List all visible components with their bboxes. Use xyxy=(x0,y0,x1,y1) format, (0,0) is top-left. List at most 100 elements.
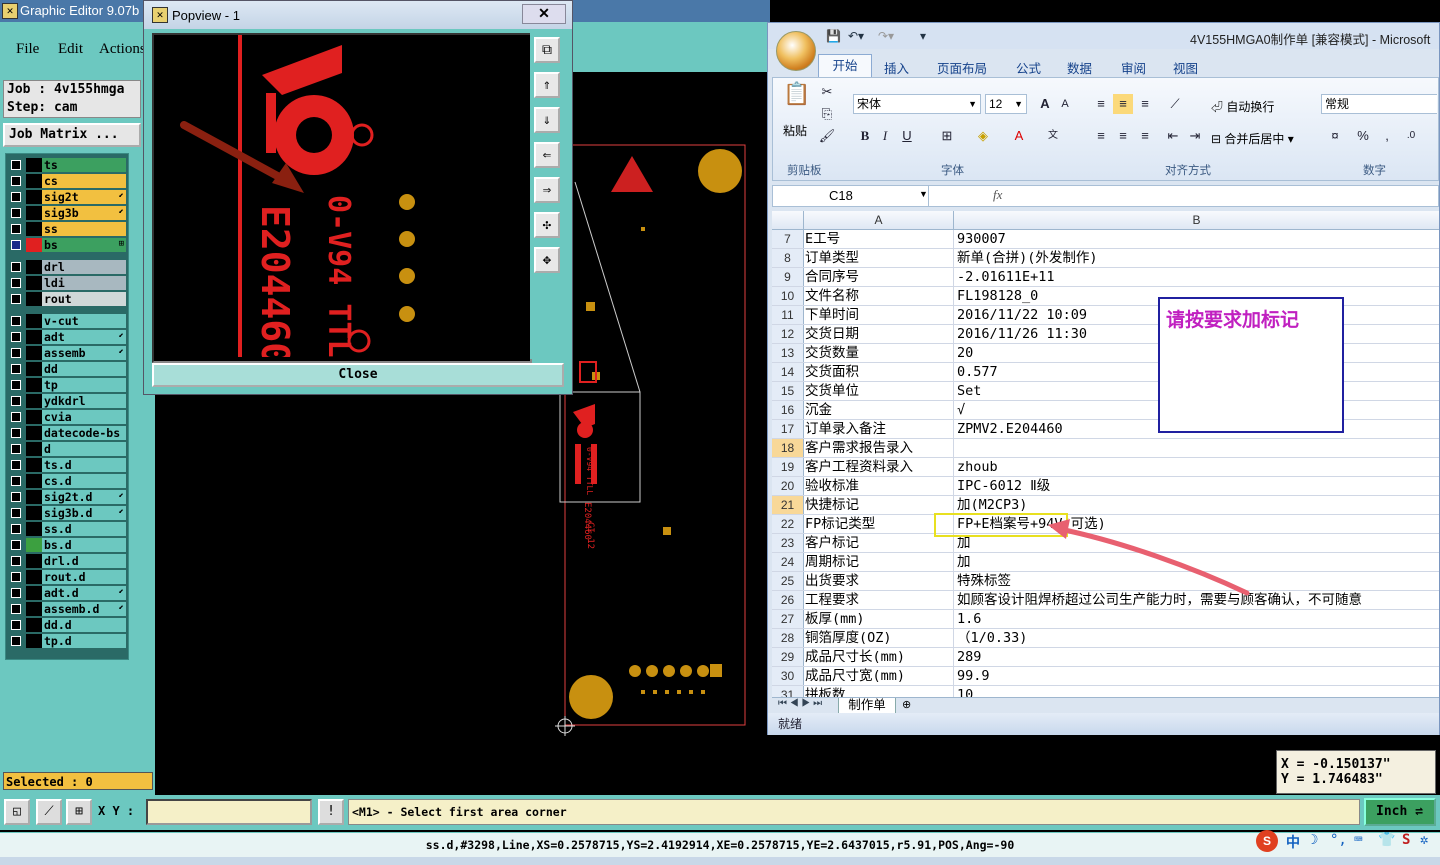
name-box[interactable]: C18 xyxy=(773,186,929,206)
moon-icon[interactable]: ☽ xyxy=(1310,832,1318,848)
comma-icon[interactable]: , xyxy=(1377,126,1397,146)
row-header[interactable]: 9 xyxy=(772,268,804,286)
row-header[interactable]: 24 xyxy=(772,553,804,571)
redo-icon[interactable]: ↷▾ xyxy=(878,29,894,43)
layer-row[interactable]: ts xyxy=(8,158,126,172)
keyboard-icon[interactable]: ⌨ xyxy=(1354,832,1362,848)
cell-a[interactable]: 合同序号 xyxy=(805,268,954,286)
layer-row[interactable]: sig3b ⬋ xyxy=(8,206,126,220)
annotation-callout[interactable]: 请按要求加标记 xyxy=(1158,297,1344,433)
sheet-nav-icons[interactable]: ⏮ ◀ ▶ ⏭ xyxy=(778,698,822,709)
chevron-down-icon[interactable]: ▼ xyxy=(919,189,928,199)
shrink-font-icon[interactable]: A xyxy=(1055,94,1075,114)
row-header[interactable]: 21 xyxy=(772,496,804,514)
layer-row[interactable]: bs ⊞ xyxy=(8,238,126,252)
layer-row[interactable]: v-cut xyxy=(8,314,126,328)
align-right-icon[interactable]: ≡ xyxy=(1135,126,1155,146)
pan-up-icon[interactable]: ⇑ xyxy=(534,72,560,98)
grow-font-icon[interactable]: A xyxy=(1035,94,1055,114)
layer-row[interactable]: ldi xyxy=(8,276,126,290)
layer-checkbox[interactable] xyxy=(11,636,21,646)
layer-row[interactable]: drl xyxy=(8,260,126,274)
border-icon[interactable]: ⊞ xyxy=(937,126,957,146)
row-header[interactable]: 18 xyxy=(772,439,804,457)
cell-a[interactable]: 订单录入备注 xyxy=(805,420,954,438)
cell-a[interactable]: 周期标记 xyxy=(805,553,954,571)
cell-a[interactable]: 下单时间 xyxy=(805,306,954,324)
function-icon[interactable]: fx xyxy=(993,187,1002,203)
cell-b[interactable]: -2.01611E+11 xyxy=(955,268,1439,286)
row-header[interactable]: 28 xyxy=(772,629,804,647)
row-header[interactable]: 13 xyxy=(772,344,804,362)
cell-a[interactable]: 板厚(mm) xyxy=(805,610,954,628)
layer-checkbox[interactable] xyxy=(11,262,21,272)
cell-a[interactable]: 客户需求报告录入 xyxy=(805,439,954,457)
align-top-icon[interactable]: ≡ xyxy=(1091,94,1111,114)
tools-icon[interactable]: ✲ xyxy=(1420,832,1428,848)
job-matrix-button[interactable]: Job Matrix ... xyxy=(3,123,141,147)
cell-b[interactable]: 99.9 xyxy=(955,667,1439,685)
layer-checkbox[interactable] xyxy=(11,540,21,550)
cell-a[interactable]: E工号 xyxy=(805,230,954,248)
save-icon[interactable]: 💾 xyxy=(826,29,841,43)
cell-a[interactable]: FP标记类型 xyxy=(805,515,954,533)
tab-insert[interactable]: 插入 xyxy=(884,58,909,77)
cell-a[interactable]: 快捷标记 xyxy=(805,496,954,514)
cell-a[interactable]: 客户工程资料录入 xyxy=(805,458,954,476)
cell-b[interactable]: 289 xyxy=(955,648,1439,666)
row-header[interactable]: 10 xyxy=(772,287,804,305)
cell-a[interactable]: 出货要求 xyxy=(805,572,954,590)
merge-center-button[interactable]: ⊟ 合并后居中 ▾ xyxy=(1211,130,1294,147)
row-header[interactable]: 12 xyxy=(772,325,804,343)
grid-icon[interactable]: ⊞ xyxy=(66,799,92,825)
italic-icon[interactable]: I xyxy=(875,126,895,146)
layer-row[interactable]: cs xyxy=(8,174,126,188)
popview-canvas[interactable]: E204460 0-V94 TTLL xyxy=(152,33,532,376)
layer-checkbox[interactable] xyxy=(11,620,21,630)
cell-a[interactable]: 成品尺寸宽(mm) xyxy=(805,667,954,685)
increase-indent-icon[interactable]: ⇥ xyxy=(1185,126,1205,146)
layer-checkbox[interactable] xyxy=(11,492,21,502)
layer-checkbox[interactable] xyxy=(11,588,21,598)
zoom-area-icon[interactable]: ◱ xyxy=(4,799,30,825)
select-all-corner[interactable] xyxy=(772,211,804,229)
cell-a[interactable]: 铜箔厚度(OZ) xyxy=(805,629,954,647)
row-header[interactable]: 31 xyxy=(772,686,804,697)
percent-icon[interactable]: % xyxy=(1353,126,1373,146)
currency-icon[interactable]: ¤ xyxy=(1325,126,1345,146)
row-header[interactable]: 17 xyxy=(772,420,804,438)
tab-review[interactable]: 审阅 xyxy=(1121,58,1146,77)
spreadsheet-grid[interactable]: A B 7 E工号 930007 8 订单类型 新单(合拼)(外发制作) 9 合同序号 -2.0… xyxy=(772,211,1439,697)
font-name-select[interactable]: 宋体 ▼ xyxy=(853,94,981,114)
paste-icon[interactable]: 📋 xyxy=(783,83,811,114)
measure-icon[interactable]: ⟋ xyxy=(36,799,62,825)
decrease-indent-icon[interactable]: ⇤ xyxy=(1163,126,1183,146)
layer-row[interactable]: bs.d xyxy=(8,538,126,552)
zoom-fit-icon[interactable]: ⧉ xyxy=(534,37,560,63)
xy-input[interactable] xyxy=(146,799,312,825)
row-header[interactable]: 27 xyxy=(772,610,804,628)
undo-icon[interactable]: ↶▾ xyxy=(848,29,864,43)
cell-a[interactable]: 交货面积 xyxy=(805,363,954,381)
align-left-icon[interactable]: ≡ xyxy=(1091,126,1111,146)
cell-b[interactable] xyxy=(955,439,1439,457)
layer-row[interactable]: adt.d ⬋ xyxy=(8,586,126,600)
layer-checkbox[interactable] xyxy=(11,412,21,422)
align-bottom-icon[interactable]: ≡ xyxy=(1135,94,1155,114)
font-color-icon[interactable]: A xyxy=(1009,126,1029,146)
layer-checkbox[interactable] xyxy=(11,364,21,374)
layer-row[interactable]: assemb.d ⬋ xyxy=(8,602,126,616)
cell-b[interactable]: 1.6 xyxy=(955,610,1439,628)
layer-row[interactable]: ts.d xyxy=(8,458,126,472)
cell-b[interactable]: （1/0.33) xyxy=(955,629,1439,647)
row-header[interactable]: 26 xyxy=(772,591,804,609)
zoom-in-icon[interactable]: ✥ xyxy=(534,247,560,273)
cell-a[interactable]: 工程要求 xyxy=(805,591,954,609)
alert-icon[interactable]: ! xyxy=(318,799,344,825)
tab-formulas[interactable]: 公式 xyxy=(1016,58,1041,77)
layer-checkbox[interactable] xyxy=(11,444,21,454)
skin-icon[interactable]: 👕 xyxy=(1378,832,1395,848)
layer-checkbox[interactable] xyxy=(11,476,21,486)
tab-home[interactable]: 开始 xyxy=(818,54,872,77)
phonetic-icon[interactable]: 文 xyxy=(1043,126,1063,146)
